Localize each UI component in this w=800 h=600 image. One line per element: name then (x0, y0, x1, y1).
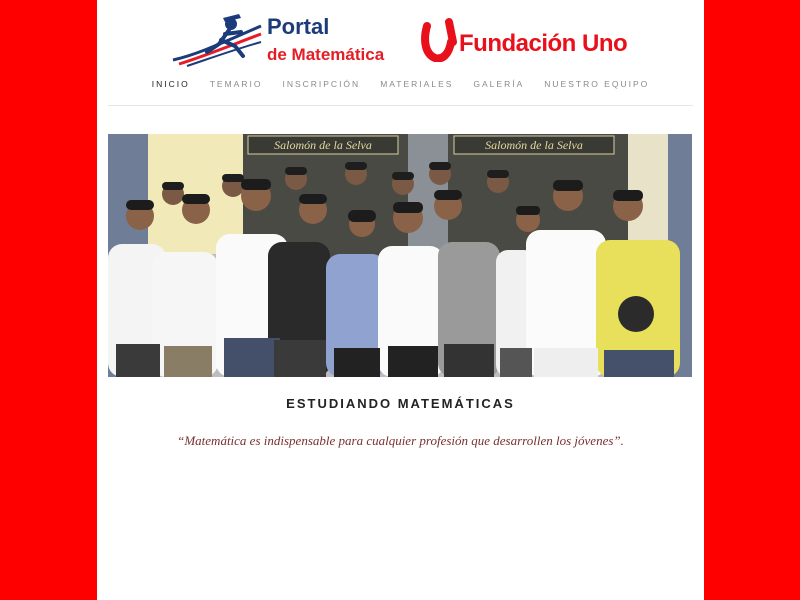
nav-item-materiales[interactable]: MATERIALES (380, 79, 453, 89)
quote-text: “Matemática es indispensable para cualqu… (177, 433, 624, 448)
portal-logo-title: Portal (267, 14, 330, 39)
nav-item-inicio[interactable]: INICIO (152, 79, 190, 89)
fundacion-uno-mark-icon (421, 18, 457, 62)
nav-item-temario[interactable]: TEMARIO (210, 79, 263, 89)
hero-sign-left: Salomón de la Selva (274, 138, 372, 152)
nav-item-inscripcion[interactable]: INSCRIPCIÓN (282, 79, 360, 89)
fundacion-uno-name: Fundación Uno (459, 30, 628, 57)
main-nav: INICIO TEMARIO INSCRIPCIÓN MATERIALES GA… (97, 79, 704, 89)
page-container: Portal de Matemática Fundación Uno INICI… (97, 0, 704, 600)
runner-graduate-icon (172, 14, 262, 67)
fundacion-uno-logo[interactable]: Fundación Uno (419, 18, 639, 64)
nav-item-nuestro-equipo[interactable]: NUESTRO EQUIPO (544, 79, 649, 89)
header-divider (108, 105, 693, 106)
portal-logo[interactable]: Portal de Matemática (169, 10, 384, 70)
hero-group-photo: Salomón de la Selva Salomón de la Selva (108, 134, 692, 377)
section-title: ESTUDIANDO MATEMÁTICAS (286, 396, 515, 411)
portal-logo-subtitle: de Matemática (267, 45, 385, 64)
hero-sign-right: Salomón de la Selva (485, 138, 583, 152)
nav-item-galeria[interactable]: GALERÍA (473, 79, 524, 89)
